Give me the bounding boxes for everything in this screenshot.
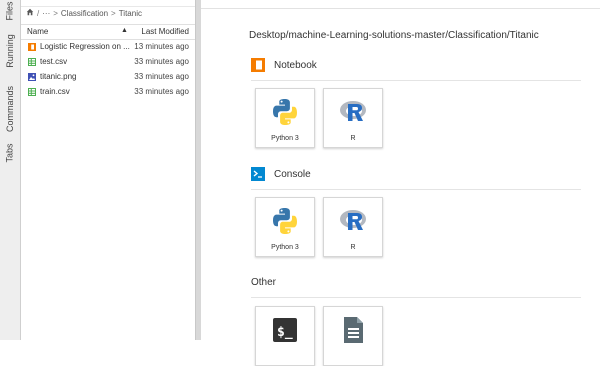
breadcrumb-separator: >	[111, 8, 116, 18]
notebook-section-title: Notebook	[274, 59, 317, 71]
text-file-card[interactable]	[323, 306, 383, 366]
file-name: test.csv	[40, 57, 68, 66]
notebook-section-icon	[251, 58, 265, 72]
notebook-python3-card[interactable]: Python 3	[255, 88, 315, 148]
file-row[interactable]: titanic.png 33 minutes ago	[21, 71, 195, 84]
notebook-r-card[interactable]: R	[323, 88, 383, 148]
tab-running[interactable]: Running	[0, 28, 20, 74]
sort-ascending-icon[interactable]: ▲	[121, 27, 128, 34]
column-name-header[interactable]: Name	[27, 27, 48, 36]
console-section-icon	[251, 167, 265, 181]
spreadsheet-icon	[28, 58, 36, 66]
breadcrumb-separator: >	[53, 8, 58, 18]
section-divider	[251, 189, 581, 190]
text-file-icon	[338, 315, 368, 345]
file-row[interactable]: train.csv 33 minutes ago	[21, 86, 195, 99]
breadcrumb-folder-classification[interactable]: Classification	[61, 9, 108, 18]
file-browser-toolbar	[21, 0, 195, 7]
breadcrumb-separator: /	[37, 8, 40, 18]
spreadsheet-icon	[28, 88, 36, 96]
r-logo-icon	[338, 206, 368, 236]
notebook-icon	[28, 43, 36, 51]
breadcrumb-folder-titanic[interactable]: Titanic	[119, 9, 142, 18]
notebook-section-header: Notebook	[251, 58, 317, 72]
file-modified: 13 minutes ago	[134, 42, 189, 51]
launcher-panel: Desktop/machine-Learning-solutions-maste…	[201, 0, 600, 366]
console-section-header: Console	[251, 167, 311, 181]
file-row[interactable]: Logistic Regression on ... 13 minutes ag…	[21, 41, 195, 54]
other-section-title: Other	[251, 277, 277, 288]
file-name: train.csv	[40, 87, 70, 96]
card-label: Python 3	[271, 135, 299, 142]
column-modified-header[interactable]: Last Modified	[141, 27, 189, 36]
image-icon	[28, 73, 36, 81]
file-modified: 33 minutes ago	[134, 57, 189, 66]
file-name: Logistic Regression on ...	[40, 42, 130, 51]
console-python3-card[interactable]: Python 3	[255, 197, 315, 257]
card-label: Python 3	[271, 244, 299, 251]
section-divider	[251, 80, 581, 81]
tab-tabs[interactable]: Tabs	[0, 140, 20, 166]
file-modified: 33 minutes ago	[134, 87, 189, 96]
left-sidebar-tabbar: Files Running Commands Tabs	[0, 0, 21, 340]
breadcrumb: / ··· > Classification > Titanic	[26, 8, 142, 18]
card-label: R	[350, 244, 356, 251]
launcher-cwd: Desktop/machine-Learning-solutions-maste…	[249, 30, 539, 41]
terminal-card[interactable]: $_	[255, 306, 315, 366]
terminal-icon: $_	[270, 315, 300, 345]
console-section-title: Console	[274, 168, 311, 180]
console-r-card[interactable]: R	[323, 197, 383, 257]
home-icon[interactable]	[26, 8, 34, 18]
breadcrumb-ellipsis[interactable]: ···	[42, 9, 50, 18]
card-label: R	[350, 135, 356, 142]
launcher-tabbar	[201, 0, 600, 9]
r-logo-icon	[338, 97, 368, 127]
tab-commands[interactable]: Commands	[0, 80, 20, 138]
file-row[interactable]: test.csv 33 minutes ago	[21, 56, 195, 69]
other-section-header: Other	[251, 277, 276, 288]
python-logo-icon	[270, 206, 300, 236]
tab-files[interactable]: Files	[0, 0, 20, 22]
file-browser: / ··· > Classification > Titanic Name ▲ …	[21, 0, 195, 340]
section-divider	[251, 297, 581, 298]
file-modified: 33 minutes ago	[134, 72, 189, 81]
svg-text:$_: $_	[277, 325, 293, 340]
python-logo-icon	[270, 97, 300, 127]
file-list-header: Name ▲ Last Modified	[21, 24, 195, 40]
file-name: titanic.png	[40, 72, 77, 81]
